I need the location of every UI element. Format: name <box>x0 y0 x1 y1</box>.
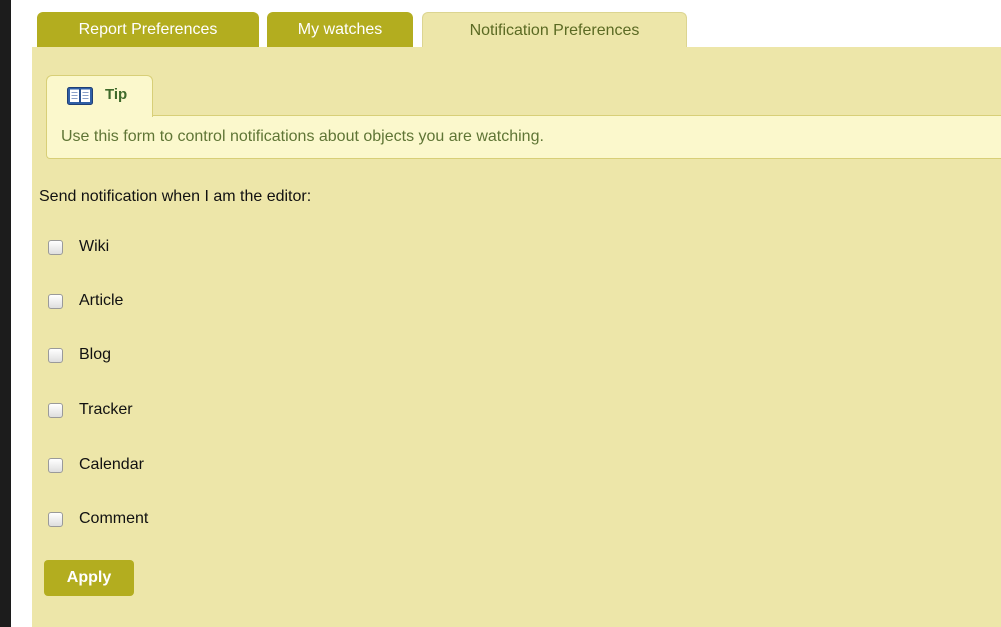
tab-my-watches[interactable]: My watches <box>267 12 413 47</box>
page: Report Preferences My watches Notificati… <box>11 0 1001 627</box>
blog-checkbox[interactable] <box>48 348 63 363</box>
calendar-checkbox[interactable] <box>48 458 63 473</box>
tracker-checkbox[interactable] <box>48 403 63 418</box>
tip-box: Use this form to control notifications a… <box>46 115 1001 159</box>
comment-checkbox[interactable] <box>48 512 63 527</box>
article-checkbox[interactable] <box>48 294 63 309</box>
wiki-label: Wiki <box>79 238 110 255</box>
calendar-label: Calendar <box>79 456 144 473</box>
tip-text: Use this form to control notifications a… <box>61 128 544 145</box>
tip-title: Tip <box>105 86 128 103</box>
section-heading: Send notification when I am the editor: <box>39 188 312 205</box>
tab-report-preferences[interactable]: Report Preferences <box>37 12 259 47</box>
article-label: Article <box>79 292 124 309</box>
tracker-label: Tracker <box>79 401 133 418</box>
book-icon <box>67 87 93 105</box>
tip-header: Tip <box>46 75 153 117</box>
apply-button[interactable]: Apply <box>44 560 134 596</box>
comment-label: Comment <box>79 510 149 527</box>
notification-panel: Tip Use this form to control notificatio… <box>32 47 1001 627</box>
blog-label: Blog <box>79 346 112 363</box>
wiki-checkbox[interactable] <box>48 240 63 255</box>
window-edge <box>0 0 11 627</box>
tab-notification-preferences[interactable]: Notification Preferences <box>422 12 687 48</box>
